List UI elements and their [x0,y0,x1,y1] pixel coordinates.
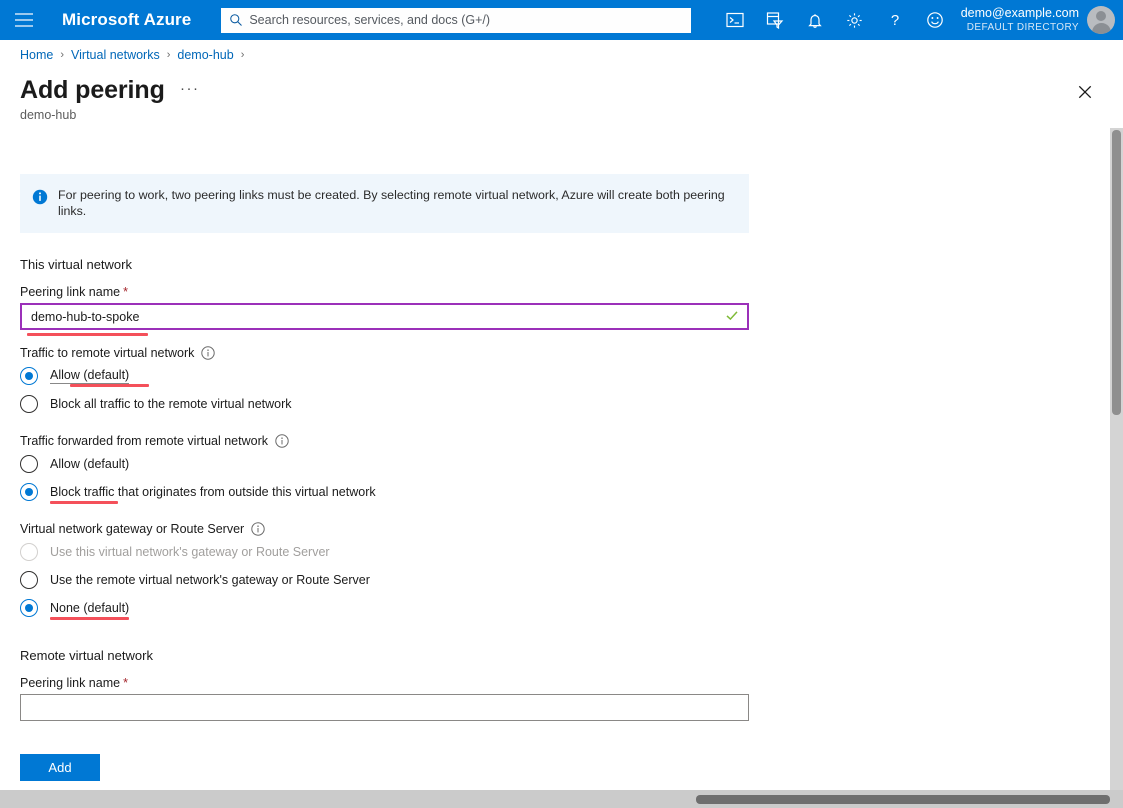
blade-footer: Add [0,740,1110,790]
hamburger-bar [15,13,33,15]
add-button[interactable]: Add [20,754,100,781]
annotation-underline-none-default [50,617,129,621]
add-peering-form: For peering to work, two peering links m… [0,128,780,722]
global-search-input[interactable]: Search resources, services, and docs (G+… [221,7,692,33]
blade-content-scroll-area: For peering to work, two peering links m… [0,128,1110,740]
svg-text:?: ? [891,12,899,29]
cloud-shell-icon[interactable] [715,0,755,40]
global-search-placeholder: Search resources, services, and docs (G+… [249,13,491,27]
radio-label: Block all traffic to the remote virtual … [50,397,292,412]
section-title-this-vnet: This virtual network [20,257,132,273]
account-email: demo@example.com [960,5,1079,20]
radio-gateway-none[interactable]: None (default) [20,594,760,622]
radio-label: Allow (default) [50,457,130,472]
breadcrumb-separator-icon: › [240,49,245,61]
annotation-underline-peering-link-name [27,333,148,337]
account-text: demo@example.com DEFAULT DIRECTORY [961,6,1079,34]
label-text: Traffic to remote virtual network [20,346,195,361]
info-circle-icon[interactable] [275,434,289,448]
label-gateway-or-route-server: Virtual network gateway or Route Server [20,522,760,536]
radio-gateway-use-remote-vnet[interactable]: Use the remote virtual network's gateway… [20,566,760,594]
radio-traffic-to-remote-allow[interactable]: Allow (default) [20,362,760,390]
label-traffic-forwarded: Traffic forwarded from remote virtual ne… [20,434,760,448]
validation-check-icon [725,308,739,325]
input-value: demo-hub-to-spoke [31,309,140,324]
breadcrumb-item-home[interactable]: Home [20,48,53,62]
radio-button-icon[interactable] [20,395,38,414]
global-top-bar: Microsoft Azure Search resources, servic… [0,0,1123,40]
horizontal-scrollbar-thumb[interactable] [696,795,1110,804]
feedback-smiley-icon[interactable] [915,0,955,40]
annotation-underline-block-originates [50,501,118,505]
more-options-icon[interactable]: ··· [180,81,200,96]
radio-label: Allow (default) [50,368,130,385]
hamburger-bar [15,19,33,21]
label-traffic-to-remote: Traffic to remote virtual network [20,346,760,360]
section-title-remote-vnet: Remote virtual network [20,648,153,664]
hamburger-menu-icon[interactable] [0,0,48,40]
radio-traffic-forwarded-allow[interactable]: Allow (default) [20,450,760,478]
vertical-scrollbar-thumb[interactable] [1112,130,1121,415]
azure-brand-title[interactable]: Microsoft Azure [62,10,191,30]
radio-button-icon[interactable] [20,367,38,386]
avatar[interactable] [1087,6,1115,34]
radio-button-icon [20,543,38,562]
info-circle-icon[interactable] [251,522,265,536]
breadcrumb-separator-icon: › [166,49,171,61]
required-asterisk: * [123,676,128,691]
close-icon[interactable] [1073,80,1097,104]
info-banner-text: For peering to work, two peering links m… [58,188,725,218]
search-icon [230,14,243,26]
directories-subscriptions-icon[interactable] [755,0,795,40]
label-this-peering-link-name: Peering link name * [20,285,760,299]
this-peering-link-name-input[interactable]: demo-hub-to-spoke [20,303,749,331]
info-circle-icon [32,189,48,219]
hamburger-bar [15,25,33,27]
info-banner: For peering to work, two peering links m… [20,174,749,234]
radio-button-icon[interactable] [20,599,38,618]
label-text: Virtual network gateway or Route Server [20,522,245,537]
radio-gateway-use-this-vnet: Use this virtual network's gateway or Ro… [20,538,760,566]
radio-button-icon[interactable] [20,483,38,502]
required-asterisk: * [123,285,128,300]
label-text: Traffic forwarded from remote virtual ne… [20,434,268,449]
label-text: Peering link name [20,285,121,300]
label-remote-peering-link-name: Peering link name * [20,676,760,690]
label-text: Peering link name [20,676,121,691]
radio-label: Block traffic that originates from outsi… [50,485,376,500]
help-question-icon[interactable]: ? [875,0,915,40]
radio-traffic-forwarded-block[interactable]: Block traffic that originates from outsi… [20,478,760,506]
radio-button-icon[interactable] [20,455,38,474]
radio-button-icon[interactable] [20,571,38,590]
radio-label: Use the remote virtual network's gateway… [50,573,370,588]
notifications-bell-icon[interactable] [795,0,835,40]
top-bar-actions: ? demo@example.com DEFAULT DIRECTORY [715,0,1123,40]
breadcrumb-item-virtual-networks[interactable]: Virtual networks [71,48,160,62]
account-menu[interactable]: demo@example.com DEFAULT DIRECTORY [961,6,1115,34]
info-circle-icon[interactable] [201,346,216,360]
annotation-underline-allow-default [70,384,149,388]
breadcrumb: Home › Virtual networks › demo-hub › [20,48,251,62]
page-subtitle: demo-hub [20,108,77,122]
breadcrumb-separator-icon: › [60,49,65,61]
breadcrumb-item-demo-hub[interactable]: demo-hub [177,48,233,62]
radio-label: None (default) [50,601,130,616]
settings-gear-icon[interactable] [835,0,875,40]
account-directory: DEFAULT DIRECTORY [966,21,1079,33]
radio-label: Use this virtual network's gateway or Ro… [50,545,330,560]
radio-traffic-to-remote-block[interactable]: Block all traffic to the remote virtual … [20,390,760,418]
remote-peering-link-name-input[interactable] [20,694,749,722]
page-title: Add peering [20,76,165,104]
